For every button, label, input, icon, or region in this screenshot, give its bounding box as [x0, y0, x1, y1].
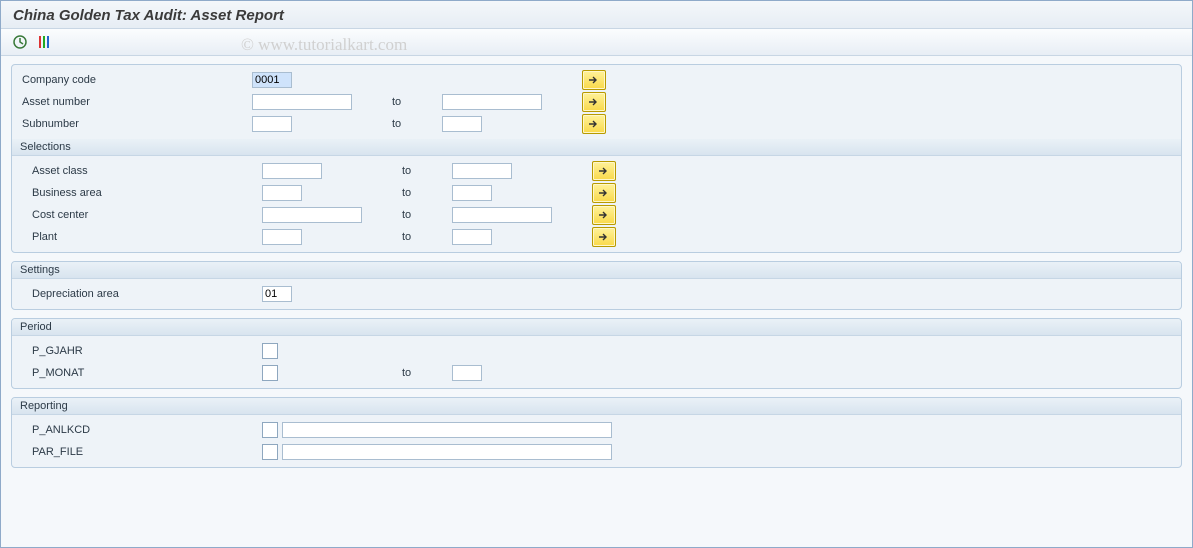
- panel-top: Company code Asset number to: [11, 64, 1182, 253]
- row-subnumber: Subnumber to: [12, 113, 1181, 135]
- multiselect-cost-center[interactable]: [592, 205, 616, 225]
- to-label: to: [402, 209, 452, 221]
- input-cost-center-from[interactable]: [262, 207, 362, 223]
- titlebar: China Golden Tax Audit: Asset Report: [1, 1, 1192, 29]
- input-par-file[interactable]: [282, 444, 612, 460]
- input-p-anlkcd[interactable]: [282, 422, 612, 438]
- to-label: to: [402, 187, 452, 199]
- arrow-right-icon: [588, 75, 600, 85]
- label-depreciation-area: Depreciation area: [22, 288, 262, 300]
- checkbox-p-anlkcd[interactable]: [262, 422, 278, 438]
- row-par-file: PAR_FILE: [12, 441, 1181, 463]
- label-par-file: PAR_FILE: [22, 446, 262, 458]
- execute-button[interactable]: [11, 33, 29, 51]
- row-asset-class: Asset class to: [12, 160, 1181, 182]
- label-asset-class: Asset class: [22, 165, 262, 177]
- to-label: to: [402, 165, 452, 177]
- label-business-area: Business area: [22, 187, 262, 199]
- arrow-right-icon: [598, 232, 610, 242]
- label-p-anlkcd: P_ANLKCD: [22, 424, 262, 436]
- arrow-right-icon: [598, 188, 610, 198]
- checkbox-par-file[interactable]: [262, 444, 278, 460]
- clock-execute-icon: [12, 34, 28, 50]
- input-subnumber-to[interactable]: [442, 116, 482, 132]
- multiselect-business-area[interactable]: [592, 183, 616, 203]
- panel-title-reporting: Reporting: [12, 398, 1181, 415]
- arrow-right-icon: [588, 97, 600, 107]
- input-business-area-to[interactable]: [452, 185, 492, 201]
- variant-button[interactable]: [35, 33, 53, 51]
- multiselect-subnumber[interactable]: [582, 114, 606, 134]
- input-company-code[interactable]: [252, 72, 292, 88]
- to-label: to: [392, 118, 442, 130]
- input-p-monat-to[interactable]: [452, 365, 482, 381]
- row-depreciation-area: Depreciation area: [12, 283, 1181, 305]
- multiselect-asset-class[interactable]: [592, 161, 616, 181]
- multiselect-company-code[interactable]: [582, 70, 606, 90]
- panel-period: Period P_GJAHR P_MONAT to: [11, 318, 1182, 389]
- panel-reporting: Reporting P_ANLKCD PAR_FILE: [11, 397, 1182, 468]
- row-cost-center: Cost center to: [12, 204, 1181, 226]
- toolbar: [1, 29, 1192, 56]
- label-p-monat: P_MONAT: [22, 367, 262, 379]
- row-asset-number: Asset number to: [12, 91, 1181, 113]
- input-asset-class-to[interactable]: [452, 163, 512, 179]
- label-p-gjahr: P_GJAHR: [22, 345, 262, 357]
- input-business-area-from[interactable]: [262, 185, 302, 201]
- panel-title-period: Period: [12, 319, 1181, 336]
- panel-title-selections: Selections: [12, 139, 1181, 156]
- input-depreciation-area[interactable]: [262, 286, 292, 302]
- input-asset-number-from[interactable]: [252, 94, 352, 110]
- checkbox-p-gjahr[interactable]: [262, 343, 278, 359]
- form-content: Company code Asset number to: [1, 56, 1192, 468]
- row-company-code: Company code: [12, 69, 1181, 91]
- panel-title-settings: Settings: [12, 262, 1181, 279]
- label-subnumber: Subnumber: [22, 118, 252, 130]
- label-company-code: Company code: [22, 74, 252, 86]
- checkbox-p-monat[interactable]: [262, 365, 278, 381]
- to-label: to: [402, 231, 452, 243]
- variant-icon: [36, 34, 52, 50]
- to-label: to: [402, 367, 452, 379]
- input-asset-class-from[interactable]: [262, 163, 322, 179]
- row-business-area: Business area to: [12, 182, 1181, 204]
- input-cost-center-to[interactable]: [452, 207, 552, 223]
- arrow-right-icon: [598, 210, 610, 220]
- row-plant: Plant to: [12, 226, 1181, 248]
- multiselect-plant[interactable]: [592, 227, 616, 247]
- label-cost-center: Cost center: [22, 209, 262, 221]
- label-asset-number: Asset number: [22, 96, 252, 108]
- row-p-gjahr: P_GJAHR: [12, 340, 1181, 362]
- input-plant-to[interactable]: [452, 229, 492, 245]
- input-subnumber-from[interactable]: [252, 116, 292, 132]
- arrow-right-icon: [598, 166, 610, 176]
- page-title: China Golden Tax Audit: Asset Report: [13, 7, 1180, 24]
- panel-settings: Settings Depreciation area: [11, 261, 1182, 310]
- arrow-right-icon: [588, 119, 600, 129]
- row-p-monat: P_MONAT to: [12, 362, 1181, 384]
- input-asset-number-to[interactable]: [442, 94, 542, 110]
- label-plant: Plant: [22, 231, 262, 243]
- row-p-anlkcd: P_ANLKCD: [12, 419, 1181, 441]
- to-label: to: [392, 96, 442, 108]
- input-plant-from[interactable]: [262, 229, 302, 245]
- app-window: China Golden Tax Audit: Asset Report © w…: [0, 0, 1193, 548]
- multiselect-asset-number[interactable]: [582, 92, 606, 112]
